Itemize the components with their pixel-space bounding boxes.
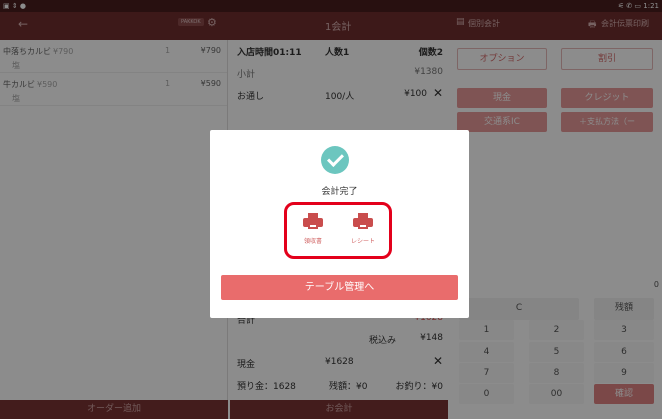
check-circle-icon	[321, 146, 349, 174]
payment-complete-dialog: 会計完了 領収書 レシート テーブル管理へ	[210, 130, 469, 318]
go-table-management-button[interactable]: テーブル管理へ	[221, 275, 458, 300]
receipt-label[interactable]: 領収書	[297, 236, 329, 245]
print-options-highlight: 領収書 レシート	[284, 202, 392, 259]
slip-label[interactable]: レシート	[342, 236, 384, 245]
payment-complete-text: 会計完了	[321, 187, 358, 197]
receipt-printer-icon[interactable]	[303, 213, 323, 229]
slip-printer-icon[interactable]	[353, 213, 373, 229]
